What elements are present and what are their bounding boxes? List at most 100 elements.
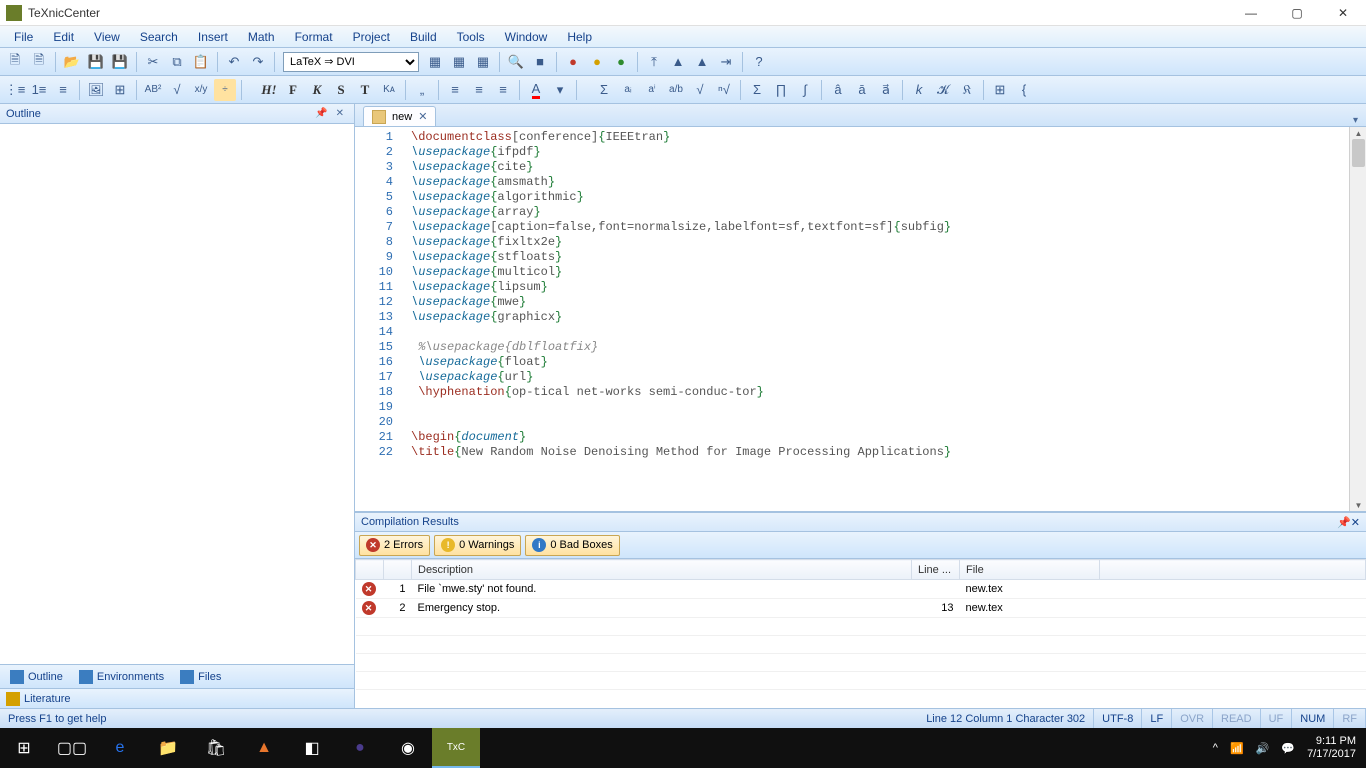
app-icon-colorful[interactable]: ◧ [288, 728, 336, 768]
build-view-icon[interactable]: ▦ [448, 51, 470, 73]
task-view-icon[interactable]: ▢▢ [48, 728, 96, 768]
help-yellow-icon[interactable]: ● [586, 51, 608, 73]
chrome-icon[interactable]: ◉ [384, 728, 432, 768]
menu-edit[interactable]: Edit [45, 28, 82, 46]
paste-icon[interactable]: 📋 [190, 51, 212, 73]
scroll-up-icon[interactable]: ▲ [1350, 127, 1366, 139]
menu-file[interactable]: File [6, 28, 41, 46]
outline-tree[interactable] [0, 124, 354, 664]
panel-close-icon[interactable]: ✕ [336, 108, 344, 119]
save-all-icon[interactable]: 💾 [109, 51, 131, 73]
menu-insert[interactable]: Insert [190, 28, 236, 46]
save-icon[interactable]: 💾 [85, 51, 107, 73]
smallcaps-icon[interactable]: Kᴀ [378, 79, 400, 101]
enumerate-icon[interactable]: 1≡ [28, 79, 50, 101]
system-tray[interactable]: ^ 📶 🔊 💬 9:11 PM7/17/2017 [1213, 735, 1366, 761]
sqrt-icon[interactable]: √ [166, 79, 188, 101]
bookmark-prev-icon[interactable]: ▲ [691, 51, 713, 73]
find-icon[interactable]: ⤒ [643, 51, 665, 73]
help-green-icon[interactable]: ● [610, 51, 632, 73]
tray-clock[interactable]: 9:11 PM7/17/2017 [1307, 735, 1356, 761]
new-project-icon[interactable]: 🗎 [28, 51, 50, 73]
math-sup-icon[interactable]: aⁱ [641, 79, 663, 101]
math-matrix-icon[interactable]: ⊞ [989, 79, 1011, 101]
tray-network-icon[interactable]: 📶 [1230, 742, 1244, 755]
build-icon[interactable]: ▦ [424, 51, 446, 73]
text-ab-icon[interactable]: AB² [142, 79, 164, 101]
scroll-down-icon[interactable]: ▼ [1350, 499, 1366, 511]
file-explorer-icon[interactable]: 📁 [144, 728, 192, 768]
eclipse-icon[interactable]: ● [336, 728, 384, 768]
math-nroot-icon[interactable]: ⁿ√ [713, 79, 735, 101]
undo-icon[interactable]: ↶ [223, 51, 245, 73]
slanted-icon[interactable]: S [330, 79, 352, 101]
math-hat-icon[interactable]: â [827, 79, 849, 101]
comp-close-icon[interactable]: ✕ [1351, 516, 1360, 529]
frac-icon[interactable]: x/y [190, 79, 212, 101]
matlab-icon[interactable]: ▲ [240, 728, 288, 768]
math-vec-icon[interactable]: a⃗ [875, 79, 897, 101]
store-icon[interactable]: 🛍 [192, 728, 240, 768]
math-frak-icon[interactable]: 𝔎 [956, 79, 978, 101]
minimize-button[interactable]: — [1228, 0, 1274, 26]
math-prod-icon[interactable]: ∏ [770, 79, 792, 101]
highlight-color-icon[interactable]: ▾ [549, 79, 571, 101]
comp-pin-icon[interactable]: 📌 [1337, 516, 1351, 529]
code-editor[interactable]: \documentclass[conference]{IEEEtran} \us… [403, 127, 1349, 511]
align-left-icon[interactable]: ≡ [444, 79, 466, 101]
math-bold-icon[interactable]: k [908, 79, 930, 101]
help-red-icon[interactable]: ● [562, 51, 584, 73]
table-row[interactable]: ✕ 1 File `mwe.sty' not found. new.tex [356, 580, 1366, 599]
badboxes-filter-button[interactable]: i0 Bad Boxes [525, 535, 619, 556]
heading-icon[interactable]: H! [258, 79, 280, 101]
tt-icon[interactable]: T [354, 79, 376, 101]
math-root-icon[interactable]: √ [689, 79, 711, 101]
document-tab-new[interactable]: new ✕ [363, 106, 436, 126]
tab-environments[interactable]: Environments [75, 668, 168, 686]
table-icon[interactable]: ⊞ [109, 79, 131, 101]
menu-project[interactable]: Project [345, 28, 398, 46]
quote-icon[interactable]: „ [411, 79, 433, 101]
italic-icon[interactable]: K [306, 79, 328, 101]
menu-search[interactable]: Search [132, 28, 186, 46]
menu-math[interactable]: Math [240, 28, 283, 46]
pin-icon[interactable]: 📌 [315, 108, 327, 119]
menu-build[interactable]: Build [402, 28, 445, 46]
text-color-icon[interactable]: A [525, 79, 547, 101]
description-icon[interactable]: ≡ [52, 79, 74, 101]
math-int-icon[interactable]: ∫ [794, 79, 816, 101]
tray-volume-icon[interactable]: 🔊 [1256, 742, 1270, 755]
menu-help[interactable]: Help [559, 28, 600, 46]
output-profile-select[interactable]: LaTeX ⇒ DVI [283, 52, 419, 72]
math-cal-icon[interactable]: 𝓚 [932, 79, 954, 101]
start-button[interactable]: ⊞ [0, 728, 48, 768]
stop-build-icon[interactable]: ■ [529, 51, 551, 73]
goto-icon[interactable]: ⇥ [715, 51, 737, 73]
math-bar-icon[interactable]: ā [851, 79, 873, 101]
tab-close-icon[interactable]: ✕ [418, 110, 427, 123]
view-output-icon[interactable]: 🔍 [505, 51, 527, 73]
copy-icon[interactable]: ⧉ [166, 51, 188, 73]
vertical-scrollbar[interactable]: ▲ ▼ [1349, 127, 1366, 511]
math-cases-icon[interactable]: { [1013, 79, 1035, 101]
literature-tab[interactable]: Literature [0, 688, 354, 708]
align-center-icon[interactable]: ≡ [468, 79, 490, 101]
open-icon[interactable]: 📂 [61, 51, 83, 73]
menu-tools[interactable]: Tools [449, 28, 493, 46]
compilation-table[interactable]: Description Line ... File ✕ 1 File `mwe.… [355, 559, 1366, 708]
tray-action-center-icon[interactable]: 💬 [1281, 742, 1295, 755]
tab-files[interactable]: Files [176, 668, 225, 686]
close-button[interactable]: ✕ [1320, 0, 1366, 26]
menu-view[interactable]: View [86, 28, 128, 46]
redo-icon[interactable]: ↷ [247, 51, 269, 73]
bookmark-icon[interactable]: ▲ [667, 51, 689, 73]
menu-format[interactable]: Format [287, 28, 341, 46]
edge-icon[interactable]: e [96, 728, 144, 768]
math-frac-icon[interactable]: a/b [665, 79, 687, 101]
texniccenter-taskbar-icon[interactable]: TxC [432, 728, 480, 768]
itemize-icon[interactable]: ⋮≡ [4, 79, 26, 101]
new-doc-icon[interactable]: 🗎 [4, 51, 26, 73]
maximize-button[interactable]: ▢ [1274, 0, 1320, 26]
math-sub-icon[interactable]: aᵢ [617, 79, 639, 101]
errors-filter-button[interactable]: ✕2 Errors [359, 535, 430, 556]
